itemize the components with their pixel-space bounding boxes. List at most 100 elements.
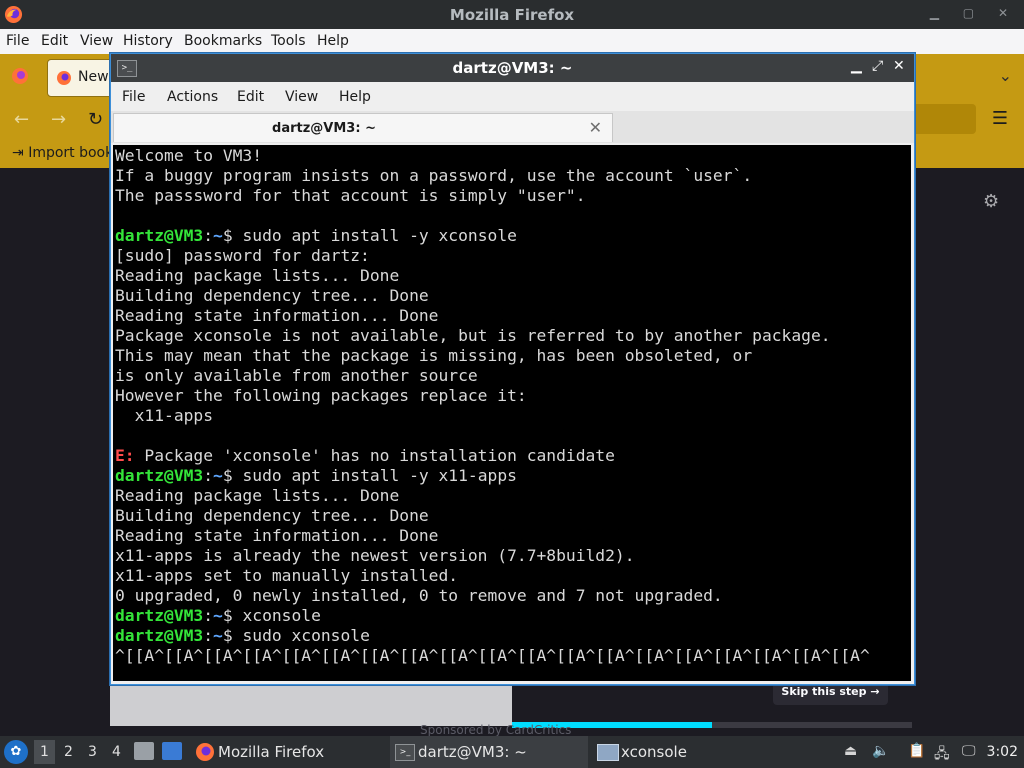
- terminal-line: dartz@VM3:~$ sudo xconsole: [115, 626, 909, 646]
- terminal-line: Building dependency tree... Done: [115, 286, 429, 305]
- terminal-menu-file[interactable]: File: [122, 89, 145, 105]
- terminal-line: The passsword for that account is simply…: [115, 186, 586, 205]
- task-xconsole-label: xconsole: [621, 743, 687, 761]
- terminal-titlebar[interactable]: >_ dartz@VM3: ~ ▁ ⤢ ✕: [111, 54, 914, 82]
- error-message: Package 'xconsole' has no installation c…: [134, 446, 615, 465]
- gear-icon[interactable]: ⚙: [983, 191, 999, 212]
- terminal-line: [sudo] password for dartz:: [115, 246, 370, 265]
- terminal-line: Reading package lists... Done: [115, 486, 400, 505]
- terminal-line: Reading state information... Done: [115, 306, 439, 325]
- workspace-1[interactable]: 1: [34, 740, 55, 764]
- firefox-menu-history[interactable]: History: [123, 33, 173, 49]
- command-text: $ sudo apt install -y xconsole: [222, 226, 517, 245]
- import-bookmarks-item[interactable]: ⇥ Import book: [12, 145, 113, 161]
- reload-icon[interactable]: ↻: [88, 109, 103, 130]
- firefox-menubar: File Edit View History Bookmarks Tools H…: [0, 29, 1024, 54]
- terminal-tab[interactable]: dartz@VM3: ~ ✕: [113, 113, 613, 142]
- terminal-task-icon: >_: [395, 744, 415, 761]
- terminal-tabbar: dartz@VM3: ~ ✕: [111, 111, 914, 143]
- terminal-line: dartz@VM3:~$ sudo apt install -y x11-app…: [115, 466, 909, 486]
- clipboard-icon[interactable]: 📋: [908, 743, 925, 759]
- prompt-separator: :: [203, 626, 214, 645]
- workspace-4[interactable]: 4: [112, 744, 121, 760]
- prompt-user: dartz@VM3: [115, 226, 204, 245]
- firefox-menu-file[interactable]: File: [6, 33, 29, 49]
- prompt-user: dartz@VM3: [115, 466, 204, 485]
- terminal-menu-edit[interactable]: Edit: [237, 89, 264, 105]
- firefox-menu-tools[interactable]: Tools: [271, 33, 306, 49]
- terminal-menu-view[interactable]: View: [285, 89, 318, 105]
- prompt-path: ~: [213, 226, 223, 245]
- prompt-separator: :: [203, 606, 214, 625]
- terminal-line: x11-apps: [115, 406, 214, 425]
- prompt-path: ~: [213, 466, 223, 485]
- terminal-line: ^[[A^[[A^[[A^[[A^[[A^[[A^[[A^[[A^[[A^[[A…: [115, 646, 870, 665]
- firefox-menu-help[interactable]: Help: [317, 33, 349, 49]
- start-menu-icon[interactable]: ✿: [4, 740, 28, 764]
- terminal-menu-help[interactable]: Help: [339, 89, 371, 105]
- xconsole-task-icon: [597, 744, 619, 761]
- notification-icon[interactable]: 🖵: [962, 743, 976, 759]
- forward-arrow-icon[interactable]: →: [51, 109, 66, 130]
- terminal-line: Building dependency tree... Done: [115, 506, 429, 525]
- workspace-3[interactable]: 3: [88, 744, 97, 760]
- error-prefix: E:: [115, 446, 135, 465]
- terminal-menubar: File Actions Edit View Help: [111, 82, 914, 112]
- eject-icon[interactable]: ⏏: [844, 743, 857, 759]
- minimize-icon[interactable]: ▁: [851, 58, 862, 74]
- firefox-window-title: Mozilla Firefox: [449, 6, 575, 24]
- command-text: $ sudo apt install -y x11-apps: [222, 466, 517, 485]
- hamburger-menu-icon[interactable]: ☰: [992, 108, 1008, 129]
- task-terminal-label: dartz@VM3: ~: [418, 743, 527, 761]
- terminal-menu-actions[interactable]: Actions: [167, 89, 218, 105]
- terminal-tab-label: dartz@VM3: ~: [272, 121, 376, 136]
- clock: 3:02: [986, 744, 1018, 760]
- prompt-path: ~: [213, 606, 223, 625]
- workspace-2[interactable]: 2: [64, 744, 73, 760]
- volume-icon[interactable]: 🔈: [872, 743, 889, 759]
- network-icon[interactable]: 🖧: [934, 743, 950, 767]
- import-bookmarks-label: Import book: [28, 145, 114, 161]
- task-xconsole[interactable]: xconsole: [594, 736, 744, 768]
- address-bar[interactable]: [912, 104, 976, 134]
- firefox-menu-bookmarks[interactable]: Bookmarks: [184, 33, 262, 49]
- firefox-tab-label: New: [78, 69, 109, 85]
- task-terminal[interactable]: >_ dartz@VM3: ~: [390, 736, 588, 768]
- terminal-line: dartz@VM3:~$ xconsole: [115, 606, 909, 626]
- firefox-task-icon: [196, 743, 214, 761]
- maximize-icon[interactable]: ⤢: [872, 58, 883, 74]
- command-text: $ sudo xconsole: [222, 626, 370, 645]
- close-icon[interactable]: ✕: [893, 58, 905, 74]
- firefox-window-controls[interactable]: ▁ ▢ ✕: [930, 6, 1018, 20]
- terminal-line: 0 upgraded, 0 newly installed, 0 to remo…: [115, 586, 723, 605]
- task-firefox-label: Mozilla Firefox: [218, 743, 325, 761]
- task-firefox[interactable]: Mozilla Firefox: [192, 736, 382, 768]
- terminal-line: x11-apps is already the newest version (…: [115, 546, 635, 565]
- file-manager-icon[interactable]: [134, 742, 154, 760]
- prompt-path: ~: [213, 626, 223, 645]
- prompt-user: dartz@VM3: [115, 626, 204, 645]
- tab-close-icon[interactable]: ✕: [589, 118, 602, 137]
- terminal-line: Package xconsole is not available, but i…: [115, 326, 831, 345]
- terminal-text: Welcome to VM3! If a buggy program insist…: [113, 145, 911, 667]
- sponsor-text: Sponsored by CardCritics: [420, 723, 572, 737]
- terminal-window-title: dartz@VM3: ~: [452, 59, 573, 77]
- terminal-line: However the following packages replace i…: [115, 386, 527, 405]
- firefox-menu-edit[interactable]: Edit: [41, 33, 68, 49]
- firefox-menu-view[interactable]: View: [80, 33, 113, 49]
- terminal-line: Welcome to VM3!: [115, 146, 263, 165]
- terminal-output[interactable]: Welcome to VM3! If a buggy program insist…: [113, 145, 911, 681]
- show-desktop-icon[interactable]: [162, 742, 182, 760]
- terminal-line: x11-apps set to manually installed.: [115, 566, 459, 585]
- back-arrow-icon[interactable]: ←: [14, 109, 29, 130]
- prompt-separator: :: [203, 466, 214, 485]
- taskbar: ✿ 1 2 3 4 Mozilla Firefox >_ dartz@VM3: …: [0, 736, 1024, 768]
- terminal-line: is only available from another source: [115, 366, 478, 385]
- terminal-window: >_ dartz@VM3: ~ ▁ ⤢ ✕ File Actions Edit …: [110, 53, 915, 685]
- firefox-view-icon[interactable]: [10, 66, 30, 86]
- tab-list-chevron-icon[interactable]: ⌄: [999, 66, 1012, 85]
- command-text: $ xconsole: [222, 606, 321, 625]
- prompt-separator: :: [203, 226, 214, 245]
